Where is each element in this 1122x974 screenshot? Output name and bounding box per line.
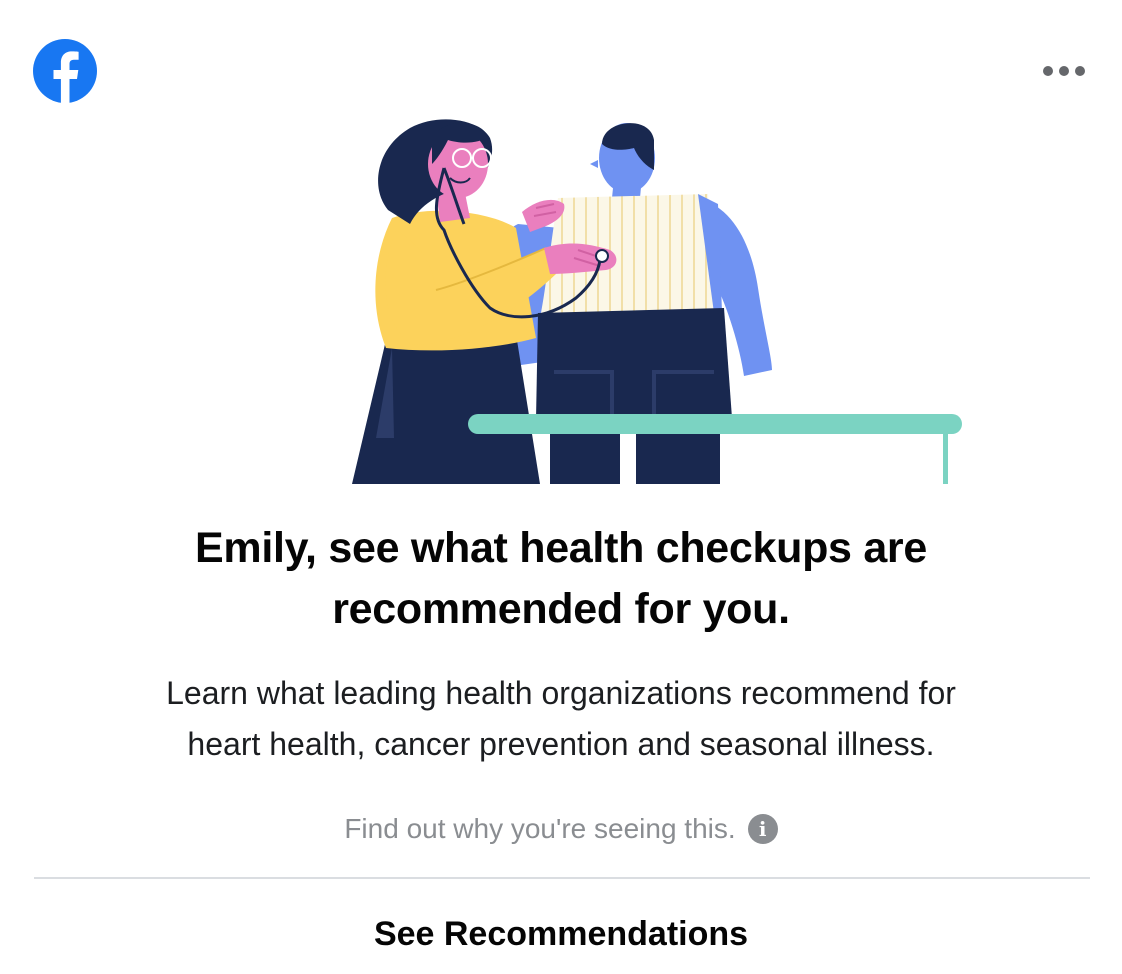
headline-line-1: Emily, see what health checkups are [195,524,927,572]
headline-line-2: recommended for you. [332,585,790,633]
why-seeing-this-text: Find out why you're seeing this. [344,813,736,844]
divider [34,877,1090,879]
description-line-2: heart health, cancer prevention and seas… [187,726,935,762]
doctor-checkup-illustration [340,108,980,484]
description-line-1: Learn what leading health organizations … [166,675,956,711]
facebook-logo-icon[interactable] [33,39,97,103]
info-icon[interactable]: i [747,814,778,844]
dot-icon [1043,66,1053,76]
see-recommendations-button[interactable]: See Recommendations [0,906,1122,962]
description: Learn what leading health organizations … [40,668,1082,770]
dot-icon [1075,66,1085,76]
more-options-button[interactable] [1036,58,1092,84]
dot-icon [1059,66,1069,76]
headline: Emily, see what health checkups are reco… [60,518,1062,640]
why-seeing-this-link[interactable]: Find out why you're seeing this. i [0,807,1122,851]
